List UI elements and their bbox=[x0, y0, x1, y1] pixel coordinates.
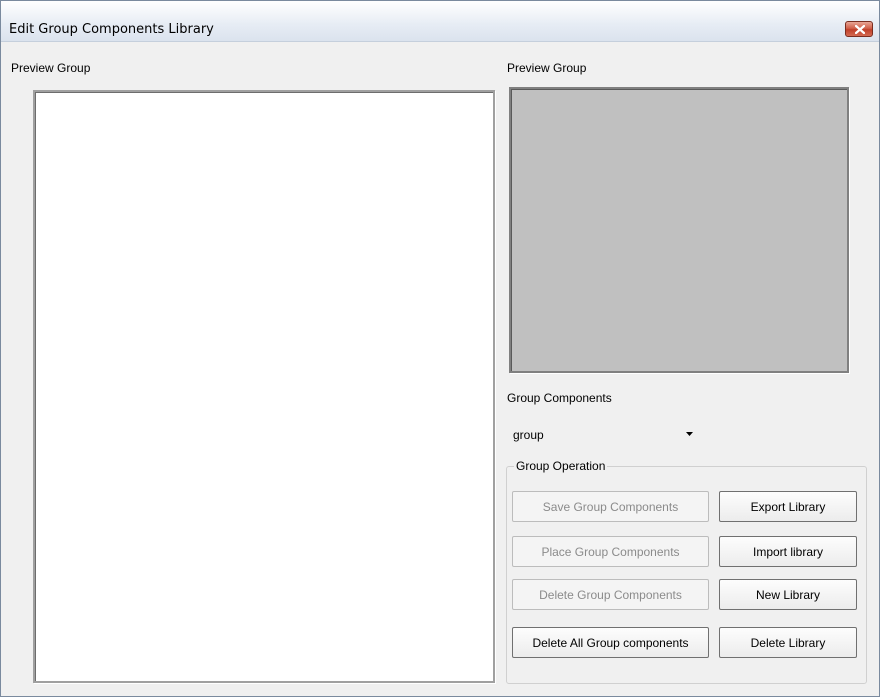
close-icon bbox=[855, 25, 865, 34]
new-library-button[interactable]: New Library bbox=[719, 579, 857, 610]
dialog-window: Edit Group Components Library Preview Gr… bbox=[0, 0, 880, 697]
right-preview-group-label: Preview Group bbox=[507, 61, 603, 75]
dropdown-selected-value: group bbox=[513, 428, 544, 442]
delete-group-components-button[interactable]: Delete Group Components bbox=[512, 579, 709, 610]
close-button[interactable] bbox=[845, 21, 873, 37]
export-library-button[interactable]: Export Library bbox=[719, 491, 857, 522]
title-bar[interactable]: Edit Group Components Library bbox=[1, 1, 879, 42]
chevron-down-icon bbox=[686, 432, 693, 436]
group-components-dropdown[interactable]: group bbox=[507, 423, 697, 445]
place-group-components-button[interactable]: Place Group Components bbox=[512, 536, 709, 567]
group-operation-legend: Group Operation bbox=[514, 459, 608, 473]
import-library-button[interactable]: Import library bbox=[719, 536, 857, 567]
group-list-panel[interactable] bbox=[33, 90, 495, 683]
save-group-components-button[interactable]: Save Group Components bbox=[512, 491, 709, 522]
left-preview-group-label: Preview Group bbox=[11, 61, 91, 75]
window-title: Edit Group Components Library bbox=[9, 22, 214, 37]
group-preview-canvas bbox=[509, 87, 849, 373]
group-components-label: Group Components bbox=[507, 391, 628, 405]
delete-all-group-components-button[interactable]: Delete All Group components bbox=[512, 627, 709, 658]
delete-library-button[interactable]: Delete Library bbox=[719, 627, 857, 658]
